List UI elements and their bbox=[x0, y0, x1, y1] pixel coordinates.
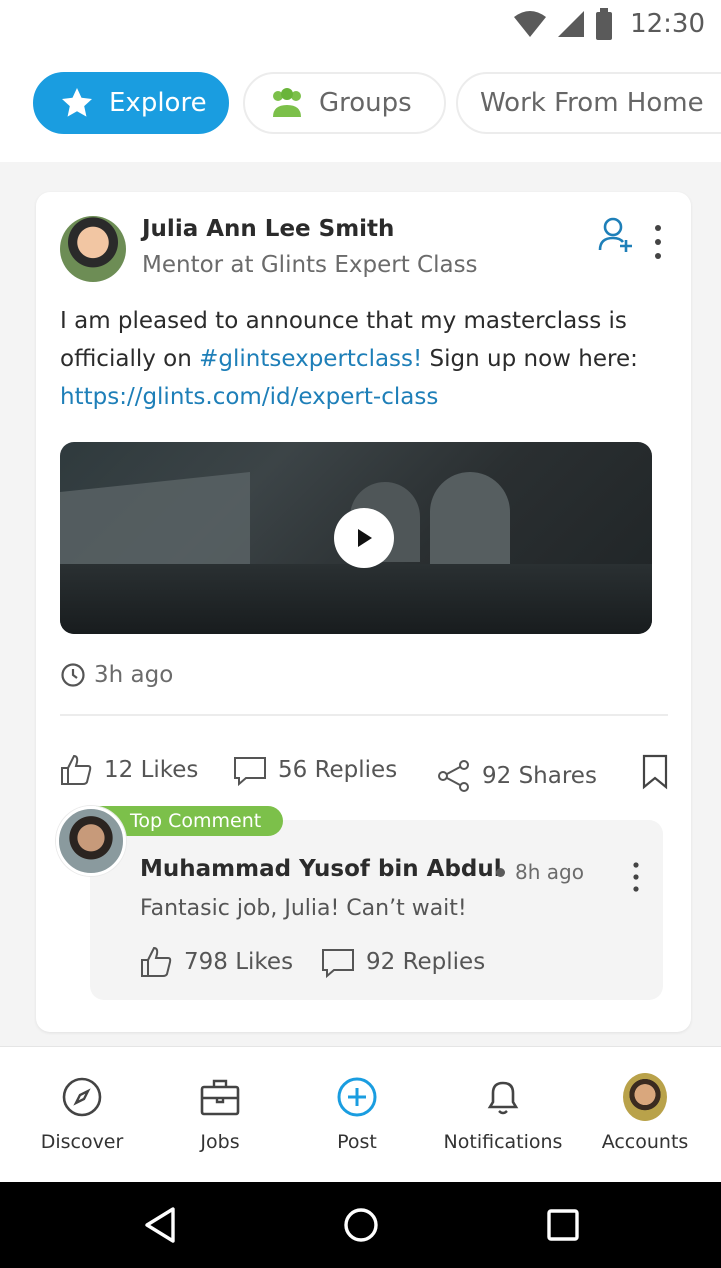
post-link[interactable]: https://glints.com/id/expert-class bbox=[60, 384, 438, 410]
play-button[interactable] bbox=[334, 508, 394, 568]
accounts-avatar-wrap bbox=[623, 1073, 667, 1121]
share-button[interactable]: 92 Shares bbox=[436, 758, 597, 794]
author-role: Mentor at Glints Expert Class bbox=[142, 252, 478, 278]
group-icon bbox=[267, 83, 307, 123]
bottom-nav: Discover Jobs Post Notifications Account… bbox=[0, 1046, 721, 1183]
chip-groups-label: Groups bbox=[319, 88, 412, 118]
chip-work-from-home[interactable]: Work From Home bbox=[456, 72, 721, 134]
nav-post-label: Post bbox=[337, 1131, 377, 1153]
home-button[interactable] bbox=[336, 1200, 386, 1250]
signal-icon bbox=[558, 11, 585, 37]
recents-button[interactable] bbox=[538, 1200, 588, 1250]
comment-time: 8h ago bbox=[496, 860, 584, 884]
nav-notifications-label: Notifications bbox=[443, 1131, 563, 1153]
back-button[interactable] bbox=[136, 1200, 186, 1250]
status-bar: 12:30 bbox=[0, 0, 721, 52]
bell-icon bbox=[481, 1075, 525, 1119]
more-options-icon[interactable] bbox=[628, 860, 644, 894]
comment-icon bbox=[322, 949, 354, 979]
post-hashtag[interactable]: #glintsexpertclass! bbox=[199, 346, 422, 372]
chip-explore-label: Explore bbox=[109, 88, 207, 118]
nav-accounts[interactable]: Accounts bbox=[575, 1047, 715, 1183]
comment-like-button[interactable]: 798 Likes bbox=[138, 944, 293, 980]
author-avatar[interactable] bbox=[60, 216, 126, 282]
video-window bbox=[430, 472, 510, 567]
nav-jobs-label: Jobs bbox=[200, 1131, 240, 1153]
nav-discover[interactable]: Discover bbox=[12, 1047, 152, 1183]
thumbs-up-icon bbox=[141, 946, 172, 977]
home-circle-icon bbox=[344, 1208, 378, 1242]
back-icon bbox=[145, 1207, 175, 1243]
like-count: 12 Likes bbox=[104, 757, 199, 783]
comment-reply-count: 92 Replies bbox=[366, 949, 486, 975]
status-time: 12:30 bbox=[630, 9, 705, 39]
share-icon bbox=[438, 760, 469, 792]
like-button[interactable]: 12 Likes bbox=[58, 752, 198, 788]
top-comment: Muhammad Yusof bin Abdul 8h ago Fantasic… bbox=[90, 820, 663, 1000]
post-video[interactable] bbox=[60, 442, 652, 634]
more-options-icon[interactable] bbox=[648, 222, 668, 262]
video-audience bbox=[60, 564, 652, 634]
system-nav-bar bbox=[0, 1182, 721, 1268]
recents-icon bbox=[547, 1209, 579, 1241]
commenter-name[interactable]: Muhammad Yusof bin Abdul bbox=[140, 856, 502, 882]
post-text: I am pleased to announce that my masterc… bbox=[60, 302, 670, 416]
star-icon bbox=[57, 83, 97, 123]
chip-groups[interactable]: Groups bbox=[243, 72, 446, 134]
comment-icon bbox=[234, 757, 266, 787]
add-circle-icon bbox=[335, 1075, 379, 1119]
post-text-tail: Sign up now here: bbox=[422, 346, 638, 372]
separator-dot bbox=[496, 867, 505, 877]
briefcase-icon bbox=[198, 1075, 242, 1119]
post-time-label: 3h ago bbox=[94, 662, 174, 688]
bookmark-icon[interactable] bbox=[640, 754, 670, 790]
thumbs-up-icon bbox=[61, 754, 92, 785]
reply-count: 56 Replies bbox=[278, 757, 398, 783]
nav-post[interactable]: Post bbox=[287, 1047, 427, 1183]
play-icon bbox=[358, 529, 372, 547]
wifi-icon bbox=[514, 11, 547, 37]
reply-button[interactable]: 56 Replies bbox=[232, 752, 397, 788]
commenter-avatar[interactable] bbox=[56, 806, 126, 876]
chip-work-from-home-label: Work From Home bbox=[480, 88, 704, 118]
add-user-icon[interactable] bbox=[598, 216, 634, 254]
battery-icon bbox=[596, 8, 613, 40]
divider bbox=[60, 714, 668, 716]
comment-like-count: 798 Likes bbox=[184, 949, 294, 975]
nav-discover-label: Discover bbox=[40, 1131, 124, 1153]
share-count: 92 Shares bbox=[482, 763, 597, 789]
comment-time-label: 8h ago bbox=[515, 860, 584, 884]
post-time: 3h ago bbox=[60, 662, 173, 688]
account-avatar bbox=[623, 1073, 667, 1121]
nav-notifications[interactable]: Notifications bbox=[433, 1047, 573, 1183]
comment-reply-button[interactable]: 92 Replies bbox=[320, 944, 485, 980]
chip-explore[interactable]: Explore bbox=[33, 72, 229, 134]
status-icons: 12:30 bbox=[512, 8, 705, 40]
filter-chips: Explore Groups Work From Home bbox=[0, 72, 721, 138]
comment-text: Fantasic job, Julia! Can’t wait! bbox=[140, 896, 467, 921]
nav-jobs[interactable]: Jobs bbox=[150, 1047, 290, 1183]
compass-icon bbox=[60, 1075, 104, 1119]
post-card: Julia Ann Lee Smith Mentor at Glints Exp… bbox=[36, 192, 691, 1032]
author-name[interactable]: Julia Ann Lee Smith bbox=[142, 216, 394, 242]
nav-accounts-label: Accounts bbox=[601, 1131, 689, 1153]
clock-icon bbox=[61, 663, 85, 687]
